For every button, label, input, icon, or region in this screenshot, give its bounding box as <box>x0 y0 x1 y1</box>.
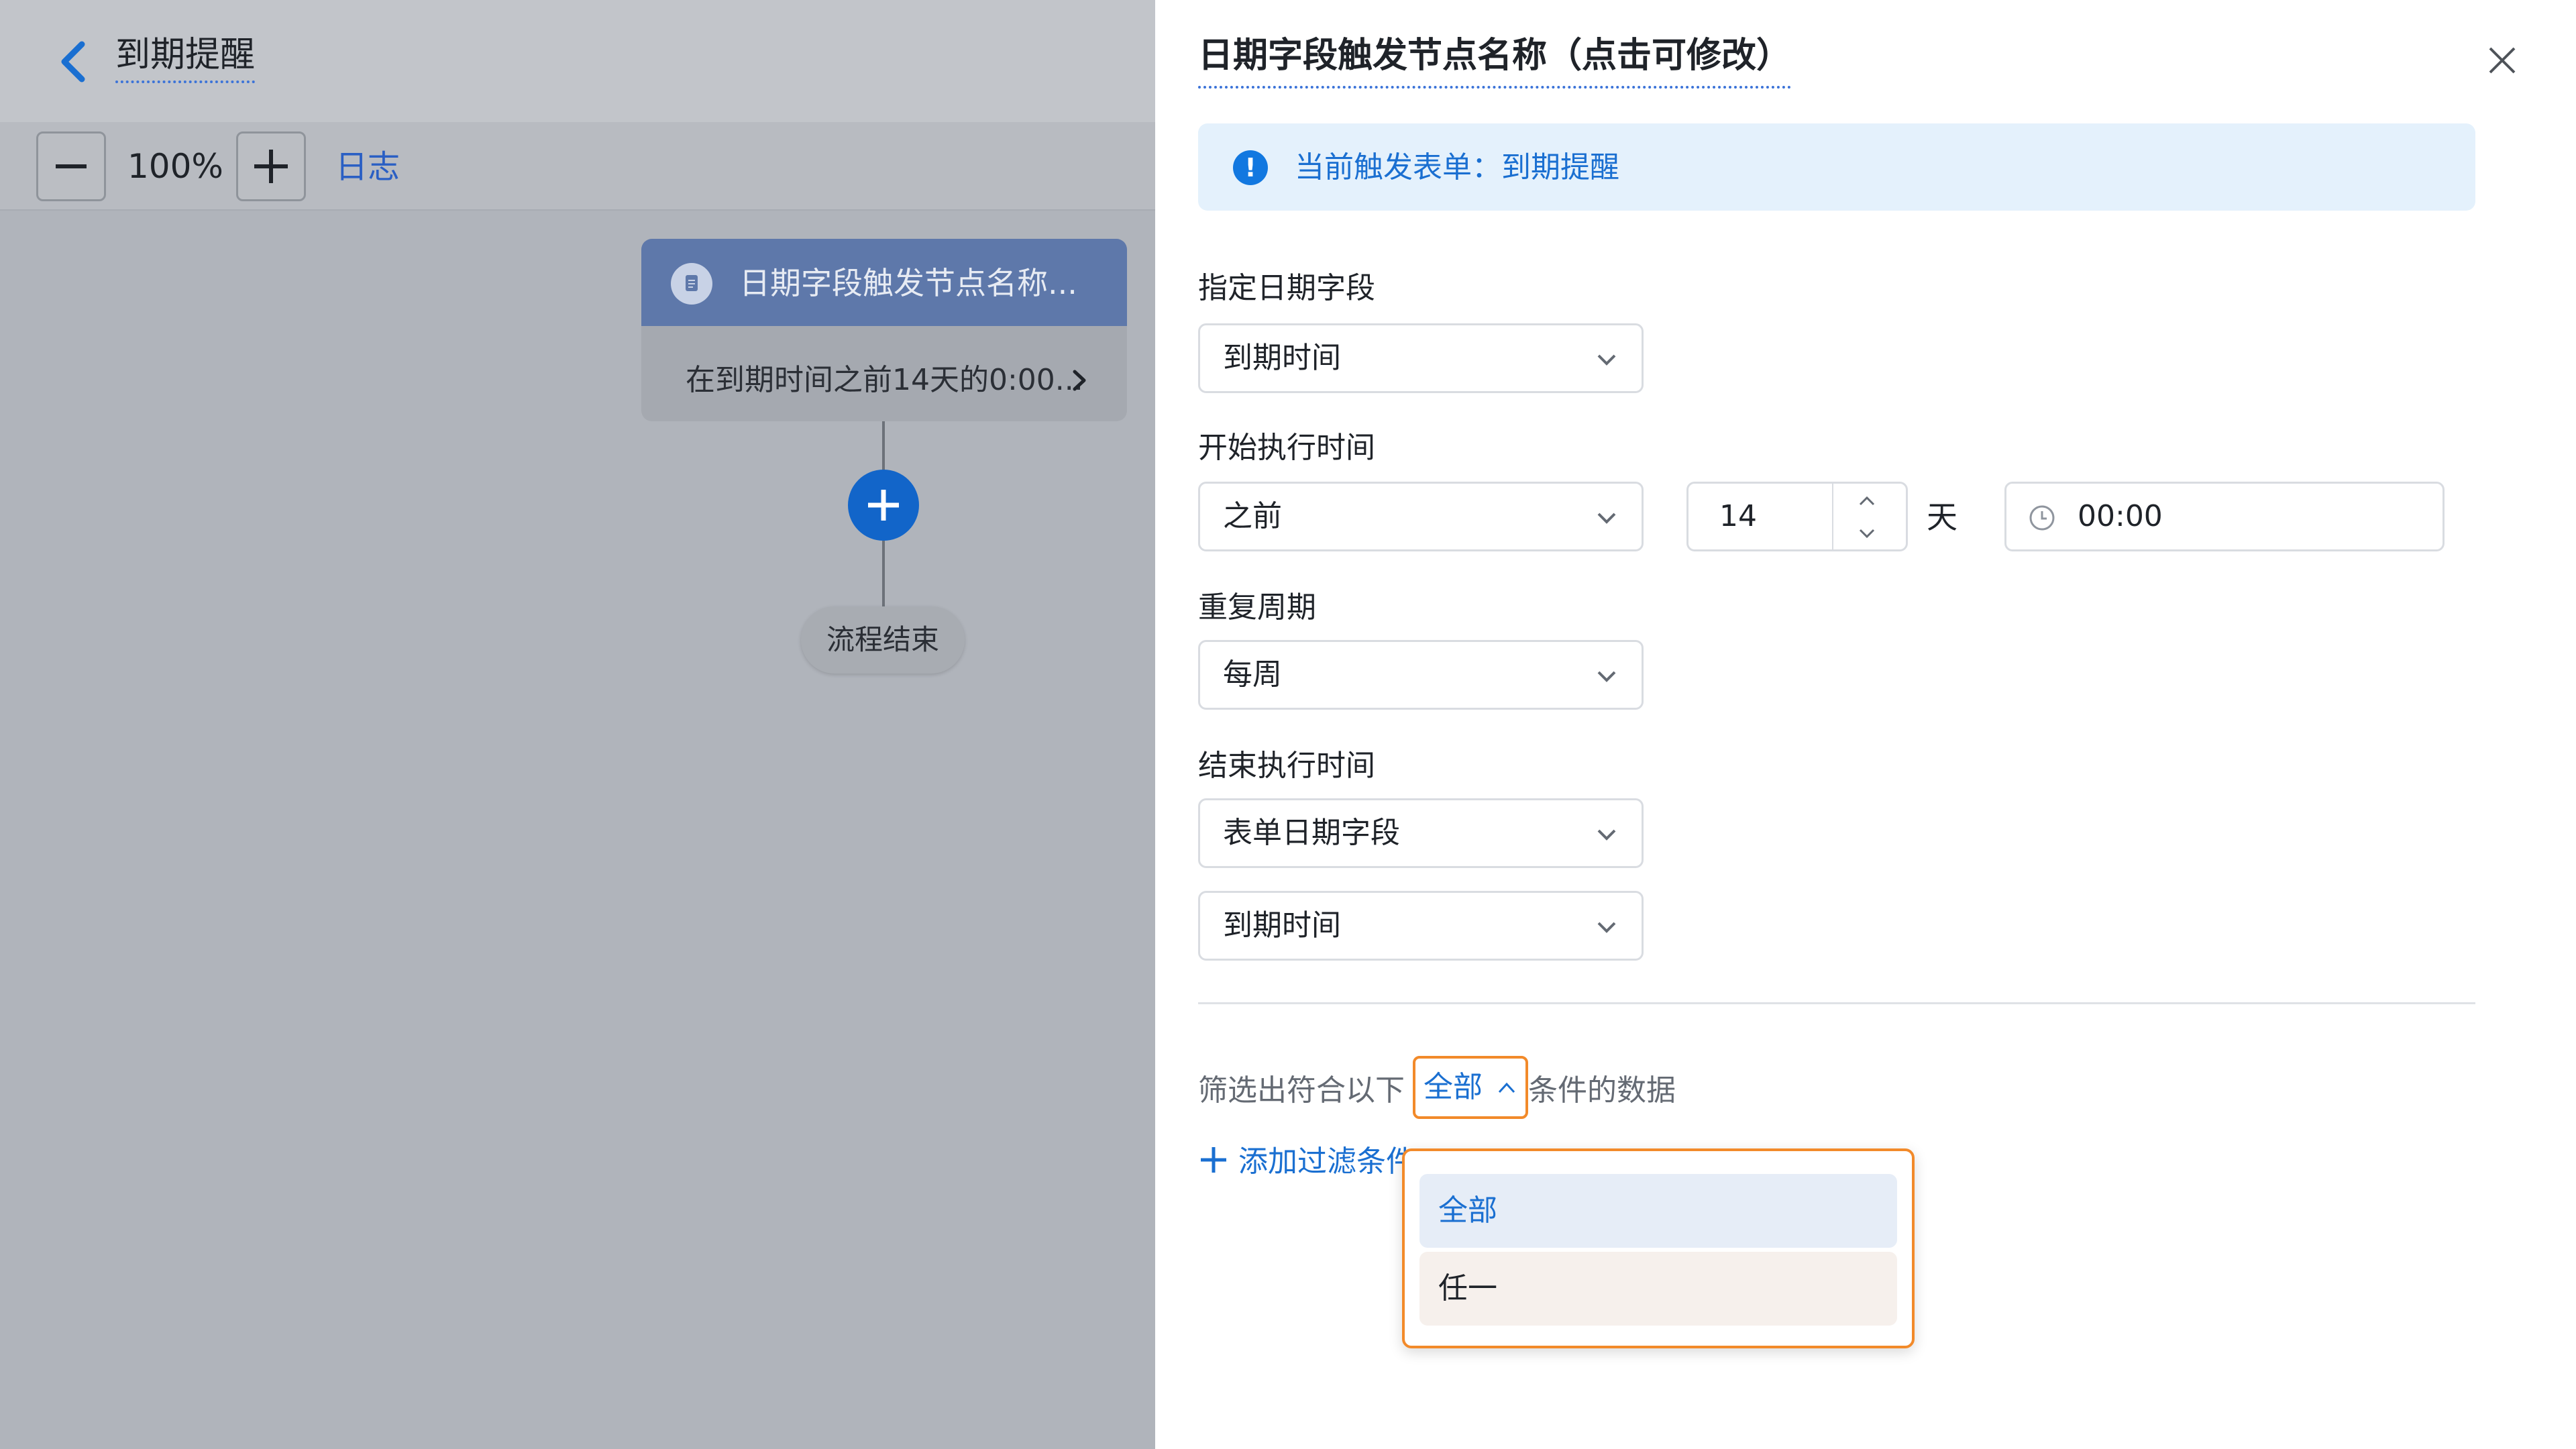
end-mode-select[interactable]: 表单日期字段 <box>1198 798 1644 868</box>
log-link[interactable]: 日志 <box>335 144 400 191</box>
chevron-down-icon <box>1595 917 1619 937</box>
increment-icon[interactable] <box>1856 493 1878 509</box>
end-field-value: 到期时间 <box>1223 908 1341 943</box>
repeat-label: 重复周期 <box>1198 590 1316 625</box>
trigger-node-header: 日期字段触发节点名称... <box>641 239 1127 326</box>
filter-prefix: 筛选出符合以下 <box>1198 1073 1405 1108</box>
filter-mode-select[interactable]: 全部 <box>1413 1056 1528 1119</box>
workflow-title[interactable]: 到期提醒 <box>115 31 256 83</box>
decrement-icon[interactable] <box>1856 525 1878 541</box>
chevron-down-icon <box>1595 666 1619 686</box>
connector-line <box>882 541 885 608</box>
plus-icon <box>1198 1142 1229 1173</box>
canvas-header: 到期提醒 <box>0 0 1155 122</box>
filter-option-all[interactable]: 全部 <box>1419 1174 1897 1248</box>
start-relation-select[interactable]: 之前 <box>1198 482 1644 551</box>
node-name-title[interactable]: 日期字段触发节点名称（点击可修改） <box>1198 27 1792 89</box>
add-node-button[interactable] <box>848 470 919 541</box>
date-field-label: 指定日期字段 <box>1198 271 1375 305</box>
zoom-level: 100% <box>127 147 223 186</box>
trigger-node-title: 日期字段触发节点名称... <box>739 265 1077 301</box>
end-node: 流程结束 <box>801 606 965 674</box>
filter-option-any[interactable]: 任一 <box>1419 1252 1897 1326</box>
chevron-up-icon <box>1496 1080 1517 1096</box>
chevron-down-icon <box>1595 824 1619 845</box>
connector-line <box>882 421 885 471</box>
chevron-down-icon <box>1595 508 1619 528</box>
clock-icon <box>2028 504 2056 532</box>
stepper-divider <box>1832 484 1833 549</box>
config-drawer: 日期字段触发节点名称（点击可修改） ! 当前触发表单：到期提醒 指定日期字段 到… <box>1155 0 2576 1449</box>
offset-days-stepper[interactable]: 14 <box>1686 482 1908 551</box>
repeat-value: 每周 <box>1223 657 1282 692</box>
end-field-select[interactable]: 到期时间 <box>1198 891 1644 961</box>
start-time-label: 开始执行时间 <box>1198 431 1375 465</box>
back-icon[interactable] <box>54 35 94 89</box>
add-filter-label: 添加过滤条件 <box>1238 1144 1415 1179</box>
chevron-down-icon <box>1595 350 1619 370</box>
chevron-right-icon <box>1064 364 1096 397</box>
start-time-value: 00:00 <box>2078 499 2163 533</box>
offset-unit: 天 <box>1927 499 1957 535</box>
filter-mode-value: 全部 <box>1424 1070 1483 1104</box>
zoom-in-button[interactable] <box>236 131 306 201</box>
end-mode-value: 表单日期字段 <box>1223 816 1400 850</box>
trigger-form-notice: ! 当前触发表单：到期提醒 <box>1198 123 2475 211</box>
repeat-select[interactable]: 每周 <box>1198 640 1644 710</box>
info-icon: ! <box>1233 150 1268 185</box>
filter-suffix: 条件的数据 <box>1528 1073 1676 1108</box>
trigger-form-text: 当前触发表单：到期提醒 <box>1295 150 1619 184</box>
add-filter-button[interactable]: 添加过滤条件 <box>1198 1138 1415 1186</box>
trigger-node-card[interactable]: 日期字段触发节点名称... 在到期时间之前14天的0:00... <box>641 239 1127 421</box>
flow-canvas: 到期提醒 100% 日志 日期字段触发节点名称... 在到期时间之前14天的0:… <box>0 0 1155 1449</box>
end-time-label: 结束执行时间 <box>1198 749 1375 783</box>
offset-days-value: 14 <box>1719 499 1757 533</box>
filter-mode-dropdown: 全部 任一 <box>1402 1148 1915 1348</box>
start-time-picker[interactable]: 00:00 <box>2004 482 2445 551</box>
document-icon <box>671 263 712 305</box>
date-field-value: 到期时间 <box>1223 341 1341 375</box>
trigger-node-description: 在到期时间之前14天的0:00... <box>686 363 1083 397</box>
section-divider <box>1198 1002 2475 1004</box>
date-field-select[interactable]: 到期时间 <box>1198 323 1644 393</box>
start-relation-value: 之前 <box>1223 499 1282 533</box>
close-icon[interactable] <box>2483 42 2521 79</box>
zoom-out-button[interactable] <box>36 131 106 201</box>
